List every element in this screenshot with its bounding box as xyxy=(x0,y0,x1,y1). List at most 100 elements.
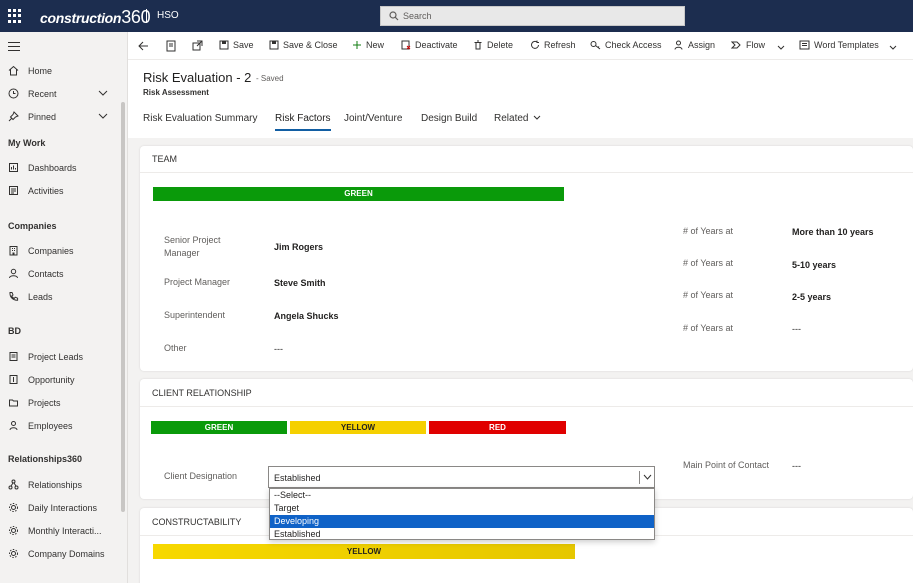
years-label: # of Years at xyxy=(683,226,734,236)
years-value[interactable]: 5-10 years xyxy=(792,260,836,270)
constructability-bar-yellow: YELLOW xyxy=(153,544,575,559)
chevron-down-icon xyxy=(889,45,897,50)
chevron-down-icon xyxy=(534,115,541,120)
years-value[interactable]: --- xyxy=(792,324,801,334)
app-launcher-icon[interactable] xyxy=(8,9,22,23)
tab-risk-factors[interactable]: Risk Factors xyxy=(275,113,331,131)
save-button[interactable]: Save xyxy=(219,40,254,50)
clock-icon xyxy=(8,88,19,99)
sidebar-item-relationships[interactable]: Relationships xyxy=(0,475,120,495)
dropdown-option[interactable]: Established xyxy=(270,528,654,541)
opportunity-icon xyxy=(9,375,18,384)
delete-button[interactable]: Delete xyxy=(473,40,513,50)
save-and-close-button[interactable]: Save & Close xyxy=(269,40,338,50)
client-bar-green: GREEN xyxy=(151,421,287,434)
tab-risk-evaluation-summary[interactable]: Risk Evaluation Summary xyxy=(143,113,257,124)
team-section: TEAM GREEN Senior Project Manager Jim Rog… xyxy=(140,146,913,371)
new-button[interactable]: New xyxy=(352,40,384,50)
dashboard-icon xyxy=(9,163,18,172)
years-label: # of Years at xyxy=(683,258,734,268)
dropdown-option[interactable]: --Select-- xyxy=(270,489,654,502)
open-new-window-icon[interactable] xyxy=(192,40,203,51)
chevron-down-icon[interactable] xyxy=(98,113,108,119)
gear-icon xyxy=(9,526,18,535)
client-designation-dropdown: --Select-- Target Developing Established xyxy=(269,488,655,540)
sidebar-item-company-domains[interactable]: Company Domains xyxy=(0,544,120,564)
save-status: - Saved xyxy=(256,74,284,83)
record-header: Risk Evaluation - 2 - Saved Risk Assessm… xyxy=(128,60,913,138)
refresh-button[interactable]: Refresh xyxy=(530,40,576,50)
sidebar-group-my-work: My Work xyxy=(8,138,46,148)
sidebar-group-bd: BD xyxy=(8,326,21,336)
search-input[interactable]: Search xyxy=(380,6,685,26)
check-access-button[interactable]: Check Access xyxy=(590,40,662,50)
field-label: Superintendent xyxy=(164,310,226,320)
sidebar-item-dashboards[interactable]: Dashboards xyxy=(0,158,120,178)
deactivate-button[interactable]: Deactivate xyxy=(401,40,458,50)
sidebar-item-companies[interactable]: Companies xyxy=(0,241,120,261)
sidebar-item-employees[interactable]: Employees xyxy=(0,416,120,436)
divider xyxy=(146,9,147,23)
activities-icon xyxy=(9,186,18,195)
tab-related[interactable]: Related xyxy=(494,113,541,124)
client-designation-select[interactable]: Established xyxy=(268,466,655,488)
flow-button[interactable]: Flow xyxy=(730,40,789,50)
sidebar-item-contacts[interactable]: Contacts xyxy=(0,264,120,284)
dropdown-option-highlighted[interactable]: Developing xyxy=(270,515,654,528)
word-templates-button[interactable]: Word Templates xyxy=(799,40,901,50)
years-value[interactable]: 2-5 years xyxy=(792,292,831,302)
sidebar-group-relationships360: Relationships360 xyxy=(8,454,83,464)
sidebar-group-companies: Companies xyxy=(8,221,57,231)
main-contact-value[interactable]: --- xyxy=(792,461,801,471)
plus-icon xyxy=(353,41,361,49)
project-manager-value[interactable]: Steve Smith xyxy=(274,278,326,288)
sidebar-item-activities[interactable]: Activities xyxy=(0,181,120,201)
sidebar-item-leads[interactable]: Leads xyxy=(0,287,120,307)
refresh-icon xyxy=(531,40,539,49)
section-title: CONSTRUCTABILITY xyxy=(152,517,242,527)
chevron-down-icon xyxy=(777,45,785,50)
superintendent-value[interactable]: Angela Shucks xyxy=(274,311,339,321)
sidebar-item-home[interactable]: Home xyxy=(0,61,120,81)
search-icon xyxy=(389,11,399,21)
word-template-icon xyxy=(799,40,810,50)
client-bar-red: RED xyxy=(429,421,566,434)
app-logo[interactable]: construction360 xyxy=(40,7,151,28)
back-arrow-icon[interactable] xyxy=(138,41,149,51)
years-label: # of Years at xyxy=(683,290,734,300)
sidebar-scrollbar[interactable] xyxy=(121,102,125,512)
sidebar-item-project-leads[interactable]: Project Leads xyxy=(0,347,120,367)
sidebar-item-projects[interactable]: Projects xyxy=(0,393,120,413)
tab-joint-venture[interactable]: Joint/Venture xyxy=(344,113,402,124)
chevron-down-icon[interactable] xyxy=(98,90,108,96)
flow-icon xyxy=(730,41,741,49)
save-close-icon xyxy=(269,40,279,50)
hamburger-menu-icon[interactable] xyxy=(8,42,20,54)
phone-icon xyxy=(9,292,19,301)
other-value[interactable]: --- xyxy=(274,344,283,354)
network-icon xyxy=(8,479,19,490)
org-name: HSO xyxy=(157,10,179,21)
form-icon[interactable] xyxy=(166,40,176,52)
dropdown-option[interactable]: Target xyxy=(270,502,654,515)
folder-icon xyxy=(9,399,18,407)
sidebar-item-opportunity[interactable]: Opportunity xyxy=(0,370,120,390)
assign-button[interactable]: Assign xyxy=(674,40,715,50)
document-icon xyxy=(9,352,18,361)
tab-design-build[interactable]: Design Build xyxy=(421,113,477,124)
key-icon xyxy=(590,41,601,50)
years-value[interactable]: More than 10 years xyxy=(792,227,874,237)
sidebar-item-pinned[interactable]: Pinned xyxy=(0,107,120,127)
sidebar-item-daily-interactions[interactable]: Daily Interactions xyxy=(0,498,120,518)
search-placeholder: Search xyxy=(403,11,432,21)
sidebar-item-monthly-interactions[interactable]: Monthly Interacti... xyxy=(0,521,120,541)
building-icon xyxy=(9,246,18,256)
client-bar-yellow: YELLOW xyxy=(290,421,426,434)
home-icon xyxy=(8,65,19,76)
command-bar: Save Save & Close New Deactivate Delete … xyxy=(128,32,913,60)
senior-project-manager-value[interactable]: Jim Rogers xyxy=(274,242,323,252)
entity-name: Risk Assessment xyxy=(143,88,209,97)
sidebar-item-recent[interactable]: Recent xyxy=(0,84,120,104)
client-designation-label: Client Designation xyxy=(164,471,238,481)
top-bar: construction360 HSO Search xyxy=(0,0,913,32)
